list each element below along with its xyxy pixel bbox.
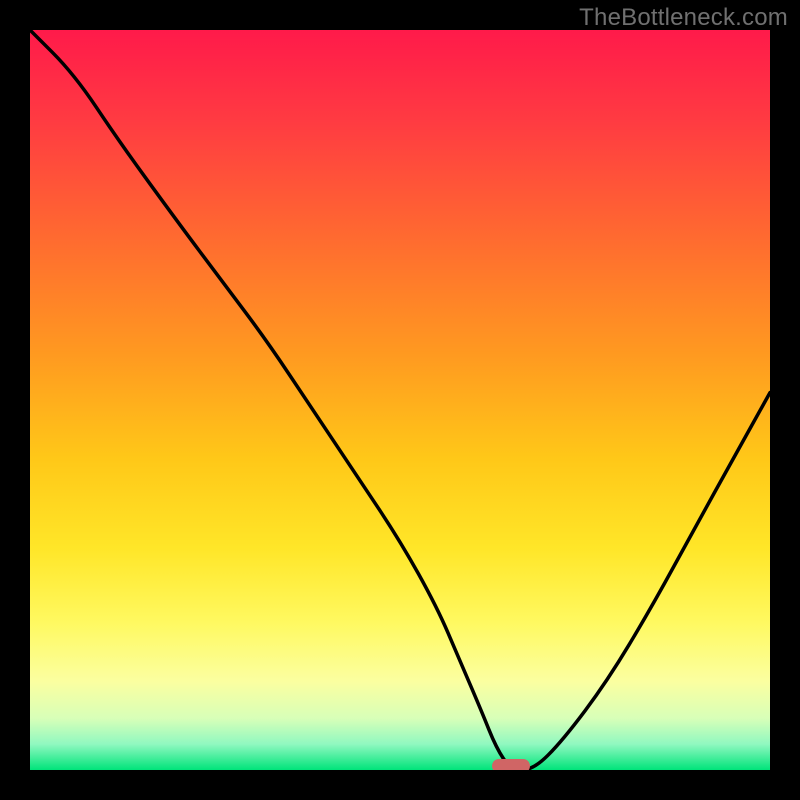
bottleneck-curve [30, 30, 770, 770]
watermark-text: TheBottleneck.com [579, 4, 788, 32]
chart-frame: TheBottleneck.com [0, 0, 800, 800]
optimal-marker [492, 759, 530, 770]
plot-area [30, 30, 770, 770]
